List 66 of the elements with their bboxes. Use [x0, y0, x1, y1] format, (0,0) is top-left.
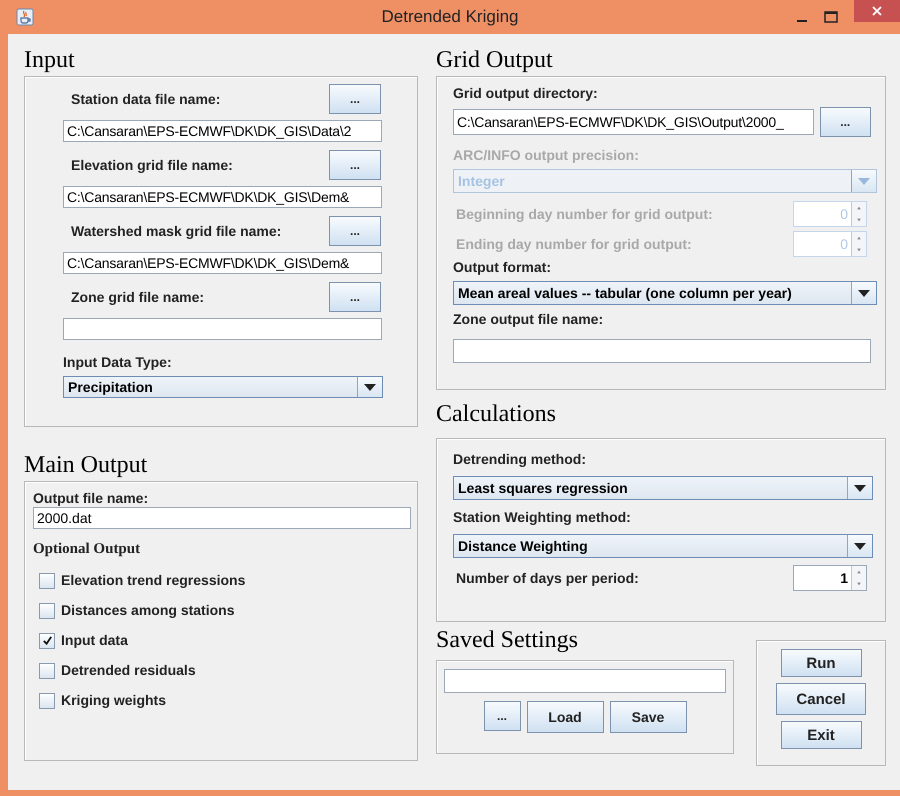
section-heading: Grid Output — [436, 46, 553, 74]
dropdown[interactable]: Mean areal values -- tabular (one column per year) — [453, 281, 877, 305]
text-field[interactable]: C:\Cansaran\EPS-ECMWF\DK\DK_GIS\Dem& — [63, 186, 382, 208]
browse-button[interactable]: ... — [329, 84, 381, 114]
section-heading: Input — [24, 46, 75, 74]
caret-icon — [858, 290, 870, 296]
checkbox[interactable] — [39, 632, 55, 648]
settings-button[interactable]: ... — [484, 701, 520, 731]
dropdown[interactable]: Least squares regression — [453, 476, 873, 500]
text-field[interactable]: C:\Cansaran\EPS-ECMWF\DK\DK_GIS\Output\2000_ — [453, 109, 814, 135]
field-label: Grid output directory: — [453, 85, 598, 101]
field-label: Ending day number for grid output: — [456, 236, 692, 252]
browse-button[interactable]: ... — [329, 282, 381, 312]
checkbox[interactable] — [39, 572, 55, 588]
field-label: Input Data Type: — [63, 354, 172, 370]
settings-button[interactable]: Save — [610, 701, 686, 733]
checkbox[interactable] — [39, 662, 55, 678]
text-field[interactable]: 2000.dat — [33, 507, 411, 529]
field-label: Detrending method: — [453, 451, 586, 467]
close-button[interactable] — [854, 0, 900, 22]
checkbox-label[interactable]: Distances among stations — [61, 602, 234, 618]
browse-button[interactable]: ... — [329, 150, 381, 180]
checkbox[interactable] — [39, 602, 55, 618]
field-label: Number of days per period: — [456, 570, 639, 586]
field-label: Elevation grid file name: — [71, 157, 233, 173]
action-button[interactable]: Cancel — [776, 683, 866, 715]
field-label: Output file name: — [33, 490, 148, 506]
caret-icon — [854, 542, 866, 550]
text-field[interactable] — [63, 318, 382, 340]
settings-button[interactable]: Load — [526, 701, 604, 733]
caret-icon — [858, 178, 870, 184]
section-heading: Calculations — [436, 400, 556, 428]
dropdown[interactable]: Precipitation — [63, 376, 383, 398]
browse-button[interactable]: ... — [820, 107, 871, 137]
text-field[interactable]: C:\Cansaran\EPS-ECMWF\DK\DK_GIS\Dem& — [63, 252, 382, 274]
field-label: Station data file name: — [71, 91, 220, 107]
number-spinner[interactable]: 1 — [793, 565, 867, 591]
text-field[interactable]: C:\Cansaran\EPS-ECMWF\DK\DK_GIS\Data\2 — [63, 120, 382, 142]
checkbox-label[interactable]: Input data — [61, 632, 128, 648]
field-label: Watershed mask grid file name: — [71, 223, 282, 239]
checkbox[interactable] — [39, 692, 55, 708]
subsection-heading: Optional Output — [33, 541, 140, 558]
close-icon — [871, 5, 883, 17]
text-field[interactable] — [444, 669, 726, 693]
check-icon — [42, 635, 52, 646]
section-heading: Main Output — [24, 451, 148, 479]
caret-icon — [364, 384, 376, 390]
field-label: Output format: — [453, 259, 551, 275]
browse-button[interactable]: ... — [329, 216, 381, 246]
text-field[interactable] — [453, 339, 871, 363]
checkbox-label[interactable]: Detrended residuals — [61, 662, 196, 678]
checkbox-label[interactable]: Elevation trend regressions — [61, 572, 246, 588]
field-label: Beginning day number for grid output: — [456, 206, 713, 222]
window-title: Detrended Kriging — [380, 7, 520, 27]
action-button[interactable]: Run — [780, 649, 862, 677]
cup-icon — [16, 8, 34, 26]
caret-icon — [854, 484, 866, 492]
section-heading: Saved Settings — [436, 626, 578, 654]
field-label: ARC/INFO output precision: — [453, 147, 639, 163]
field-label: Zone grid file name: — [71, 289, 204, 305]
dropdown[interactable]: Distance Weighting — [453, 534, 873, 558]
checkbox-label[interactable]: Kriging weights — [61, 692, 166, 708]
field-label: Station Weighting method: — [453, 509, 631, 525]
field-label: Zone output file name: — [453, 311, 604, 327]
action-button[interactable]: Exit — [780, 721, 862, 749]
maximize-icon[interactable] — [824, 11, 838, 23]
